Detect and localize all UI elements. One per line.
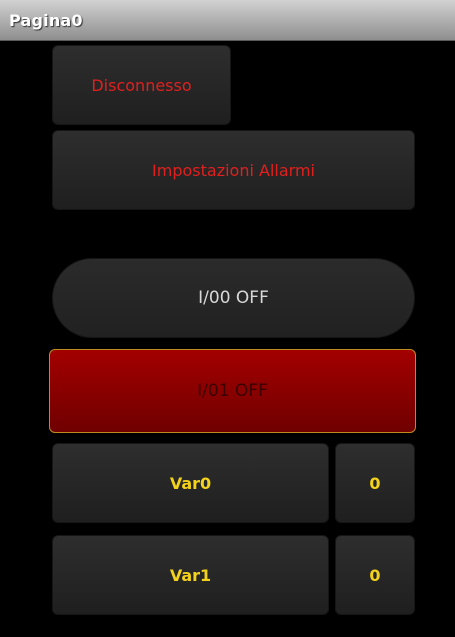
var0-value[interactable]: 0 [335,443,415,523]
var1-button[interactable]: Var1 [52,535,329,615]
io01-toggle-button[interactable]: I/01 OFF [49,349,416,433]
var1-value[interactable]: 0 [335,535,415,615]
main-panel: Disconnesso Impostazioni Allarmi I/00 OF… [0,41,455,637]
var0-button[interactable]: Var0 [52,443,329,523]
title-bar: Pagina0 [0,0,455,41]
io00-toggle-button[interactable]: I/00 OFF [52,258,415,338]
disconnect-button[interactable]: Disconnesso [52,45,231,125]
alarm-settings-button[interactable]: Impostazioni Allarmi [52,130,415,210]
window-title: Pagina0 [9,11,83,30]
